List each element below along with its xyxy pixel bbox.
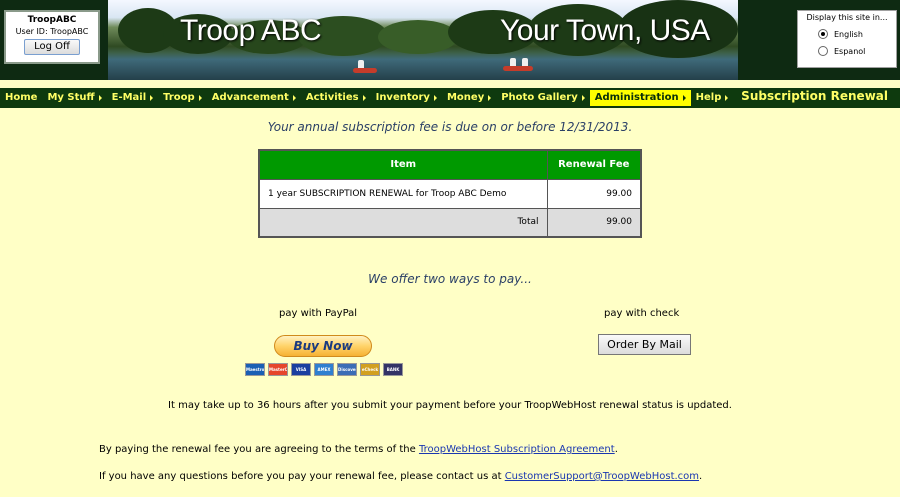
nav-home[interactable]: Home — [0, 90, 42, 106]
maestro-card-icon: Maestro — [245, 363, 265, 376]
nav-arrow-icon — [150, 95, 154, 101]
nav-advancement[interactable]: Advancement — [207, 90, 301, 106]
logoff-button[interactable]: Log Off — [24, 39, 80, 55]
user-name: TroopABC — [27, 15, 77, 25]
nav-inventory[interactable]: Inventory — [371, 90, 442, 106]
nav-arrow-icon — [488, 95, 492, 101]
nav-arrow-icon — [682, 95, 686, 101]
nav-arrow-icon — [198, 95, 202, 101]
paypal-label: pay with PayPal — [279, 308, 358, 319]
page-title: Subscription Renewal — [741, 89, 888, 103]
nav-arrow-icon — [362, 95, 366, 101]
user-id-line: User ID: TroopABC — [6, 27, 98, 36]
main-nav: Home My Stuff E-Mail Troop Advancement A… — [0, 88, 900, 108]
contact-suffix: . — [699, 471, 703, 482]
nav-administration-label: Administration — [594, 92, 679, 103]
nav-activities-label: Activities — [305, 92, 359, 103]
english-radio[interactable] — [818, 29, 828, 39]
espanol-label: Espanol — [834, 46, 866, 56]
nav-arrow-icon — [725, 95, 729, 101]
nav-administration[interactable]: Administration — [589, 90, 691, 106]
nav-photo-gallery-label: Photo Gallery — [501, 92, 578, 103]
espanol-radio[interactable] — [818, 46, 828, 56]
user-id-label: User ID: — [15, 27, 48, 36]
support-email-link[interactable]: CustomerSupport@TroopWebHost.com — [505, 471, 699, 482]
troop-name-title: Troop ABC — [180, 14, 322, 47]
nav-money[interactable]: Money — [442, 90, 496, 106]
payment-cards: Maestro MasterCard VISA AMEX Discover eC… — [245, 363, 403, 376]
total-label: Total — [258, 207, 548, 238]
language-selector: Display this site in... English Espanol — [797, 10, 897, 68]
discover-card-icon: Discover — [337, 363, 357, 376]
row-item: 1 year SUBSCRIPTION RENEWAL for Troop AB… — [258, 178, 548, 209]
column-header-fee: Renewal Fee — [546, 149, 642, 180]
bank-icon: BANK — [383, 363, 403, 376]
table-header-row: Item Renewal Fee — [258, 149, 642, 180]
english-label: English — [834, 29, 863, 39]
town-name-title: Your Town, USA — [500, 14, 710, 47]
nav-activities[interactable]: Activities — [301, 90, 371, 106]
contact-prefix: If you have any questions before you pay… — [99, 471, 505, 482]
nav-arrow-icon — [292, 95, 296, 101]
nav-troop[interactable]: Troop — [158, 90, 207, 106]
nav-arrow-icon — [98, 95, 102, 101]
nav-email-label: E-Mail — [111, 92, 147, 103]
nav-inventory-label: Inventory — [375, 92, 430, 103]
nav-my-stuff-label: My Stuff — [47, 92, 95, 103]
column-header-item: Item — [258, 149, 548, 180]
nav-home-label: Home — [5, 92, 38, 103]
total-row: Total 99.00 — [258, 207, 642, 238]
row-fee: 99.00 — [546, 178, 642, 209]
echeck-icon: eCheck — [360, 363, 380, 376]
visa-card-icon: VISA — [291, 363, 311, 376]
payment-offer: We offer two ways to pay... — [368, 272, 532, 286]
check-label: pay with check — [604, 308, 680, 319]
nav-troop-label: Troop — [163, 92, 195, 103]
total-value: 99.00 — [546, 207, 642, 238]
language-option-espanol[interactable]: Espanol — [801, 46, 893, 56]
user-id-value: TroopABC — [50, 27, 89, 36]
nav-my-stuff[interactable]: My Stuff — [42, 90, 106, 106]
due-notice: Your annual subscription fee is due on o… — [267, 120, 633, 134]
order-by-mail-button[interactable]: Order By Mail — [598, 334, 691, 355]
nav-money-label: Money — [446, 92, 485, 103]
nav-help-label: Help — [695, 92, 722, 103]
nav-arrow-icon — [581, 95, 585, 101]
terms-prefix: By paying the renewal fee you are agreei… — [99, 444, 419, 455]
nav-photo-gallery[interactable]: Photo Gallery — [496, 90, 590, 106]
paypal-buy-now-button[interactable]: Buy Now — [274, 335, 372, 357]
header-banner: Troop ABC Your Town, USA — [0, 0, 900, 80]
table-row: 1 year SUBSCRIPTION RENEWAL for Troop AB… — [258, 178, 642, 209]
contact-line: If you have any questions before you pay… — [99, 471, 702, 482]
renewal-fee-table: Item Renewal Fee 1 year SUBSCRIPTION REN… — [258, 149, 642, 238]
processing-note: It may take up to 36 hours after you sub… — [168, 400, 732, 411]
nav-email[interactable]: E-Mail — [107, 90, 159, 106]
subscription-agreement-link[interactable]: TroopWebHost Subscription Agreement — [419, 444, 615, 455]
terms-line: By paying the renewal fee you are agreei… — [99, 444, 618, 455]
language-title: Display this site in... — [806, 13, 888, 22]
language-option-english[interactable]: English — [801, 29, 893, 39]
amex-card-icon: AMEX — [314, 363, 334, 376]
nav-help[interactable]: Help — [691, 90, 734, 106]
login-box: TroopABC User ID: TroopABC Log Off — [4, 10, 100, 64]
nav-advancement-label: Advancement — [211, 92, 289, 103]
nav-arrow-icon — [433, 95, 437, 101]
terms-suffix: . — [614, 444, 618, 455]
mastercard-icon: MasterCard — [268, 363, 288, 376]
